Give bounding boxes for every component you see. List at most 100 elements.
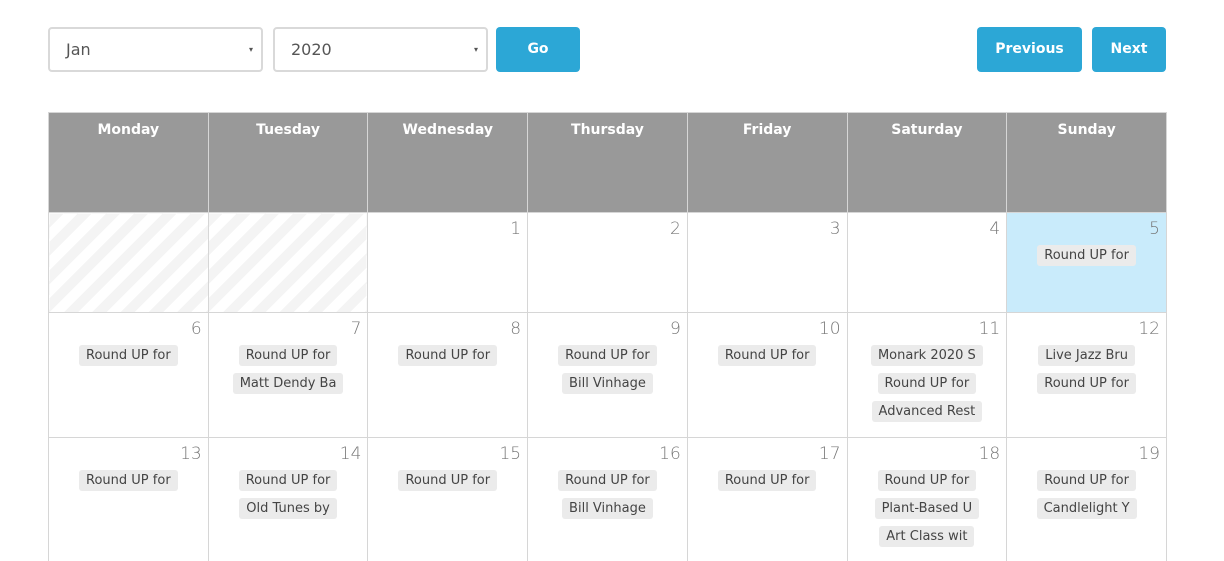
day-number: 2 <box>669 219 681 239</box>
weekday-header-row: Monday Tuesday Wednesday Thursday Friday Satu… <box>48 112 1167 213</box>
day-number: 10 <box>818 319 841 339</box>
event-chip[interactable]: Matt Dendy Ba <box>232 373 344 394</box>
calendar-grid: Monday Tuesday Wednesday Thursday Friday Satu… <box>48 112 1167 561</box>
event-chip[interactable]: Round UP for <box>398 470 498 491</box>
day-number: 6 <box>190 319 202 339</box>
event-list: Round UP for <box>374 470 521 498</box>
day-number: 16 <box>659 444 681 464</box>
day-number: 17 <box>818 444 841 464</box>
event-chip[interactable]: Round UP for <box>79 345 178 366</box>
day-number: 9 <box>669 319 681 339</box>
weekday-header-friday: Friday <box>686 112 848 213</box>
event-chip[interactable]: Round UP for <box>1037 373 1136 394</box>
day-number: 11 <box>978 319 1001 339</box>
week-row: 13 Round UP for 14 Round UP for Old Tunes by… <box>48 437 1167 561</box>
day-cell[interactable]: 14 Round UP for Old Tunes by <box>207 437 369 561</box>
day-cell[interactable]: 15 Round UP for <box>367 437 529 561</box>
empty-day-cell <box>48 212 209 313</box>
year-select[interactable]: 2020 ▾ <box>273 27 488 72</box>
event-chip[interactable]: Round UP for <box>717 470 817 491</box>
day-number: 8 <box>510 319 522 339</box>
event-chip[interactable]: Round UP for <box>558 470 657 491</box>
event-list: Round UP for <box>374 345 521 373</box>
event-list: Round UP for <box>694 470 841 498</box>
event-chip[interactable]: Round UP for <box>79 470 178 491</box>
event-chip[interactable]: Round UP for <box>877 373 977 394</box>
event-chip[interactable]: Candlelight Y <box>1036 498 1137 519</box>
event-chip[interactable]: Round UP for <box>717 345 817 366</box>
event-list: Round UP for Bill Vinhage <box>534 345 681 401</box>
event-chip[interactable]: Round UP for <box>1037 245 1136 266</box>
go-button[interactable]: Go <box>496 27 580 72</box>
day-number: 18 <box>978 444 1001 464</box>
week-row: 1 2 3 4 5 Round UP for <box>48 212 1167 313</box>
event-list: Round UP for Plant-Based U Art Class wit <box>854 470 1001 554</box>
empty-day-cell <box>207 212 369 313</box>
event-chip[interactable]: Round UP for <box>1037 470 1136 491</box>
event-chip[interactable]: Plant-Based U <box>874 498 980 519</box>
month-select[interactable]: Jan ▾ <box>48 27 263 72</box>
event-chip[interactable]: Art Class wit <box>879 526 975 547</box>
event-chip[interactable]: Monark 2020 S <box>870 345 983 366</box>
event-chip[interactable]: Round UP for <box>877 470 977 491</box>
event-chip[interactable]: Bill Vinhage <box>562 373 653 394</box>
event-chip[interactable]: Bill Vinhage <box>562 498 653 519</box>
chevron-down-icon: ▾ <box>473 45 478 54</box>
day-cell[interactable]: 19 Round UP for Candlelight Y <box>1006 437 1167 561</box>
event-list: Round UP for Matt Dendy Ba <box>215 345 362 401</box>
chevron-down-icon: ▾ <box>248 45 253 54</box>
day-number: 15 <box>499 444 522 464</box>
day-cell[interactable]: 13 Round UP for <box>48 437 209 561</box>
weekday-header-tuesday: Tuesday <box>207 112 369 213</box>
event-chip[interactable]: Advanced Rest <box>871 401 983 422</box>
day-cell[interactable]: 17 Round UP for <box>686 437 848 561</box>
event-chip[interactable]: Round UP for <box>238 470 338 491</box>
day-number: 12 <box>1138 319 1160 339</box>
event-list: Round UP for Candlelight Y <box>1013 470 1160 526</box>
event-chip[interactable]: Round UP for <box>398 345 498 366</box>
week-row: 6 Round UP for 7 Round UP for Matt Dendy Ba 8… <box>48 312 1167 438</box>
event-list: Round UP for <box>55 345 202 373</box>
next-button[interactable]: Next <box>1092 27 1166 72</box>
day-cell[interactable]: 16 Round UP for Bill Vinhage <box>527 437 688 561</box>
day-cell[interactable]: 1 <box>367 212 529 313</box>
event-list: Live Jazz Bru Round UP for <box>1013 345 1160 401</box>
event-list: Round UP for Bill Vinhage <box>534 470 681 526</box>
day-number: 1 <box>510 219 522 239</box>
month-select-value: Jan <box>66 40 91 59</box>
day-number: 5 <box>1149 219 1160 239</box>
weekday-header-wednesday: Wednesday <box>367 112 529 213</box>
day-number: 14 <box>339 444 362 464</box>
weekday-header-monday: Monday <box>48 112 209 213</box>
day-number: 3 <box>829 219 841 239</box>
weekday-header-sunday: Sunday <box>1006 112 1167 213</box>
weekday-header-thursday: Thursday <box>527 112 688 213</box>
day-cell[interactable]: 9 Round UP for Bill Vinhage <box>527 312 688 438</box>
event-chip[interactable]: Round UP for <box>558 345 657 366</box>
day-cell[interactable]: 11 Monark 2020 S Round UP for Advanced Rest <box>846 312 1008 438</box>
event-list: Monark 2020 S Round UP for Advanced Rest <box>854 345 1001 429</box>
day-cell[interactable]: 4 <box>846 212 1008 313</box>
calendar-toolbar: Jan ▾ 2020 ▾ Go Previous Next <box>48 27 1166 72</box>
previous-button[interactable]: Previous <box>977 27 1082 72</box>
event-chip[interactable]: Live Jazz Bru <box>1038 345 1135 366</box>
event-list: Round UP for <box>694 345 841 373</box>
day-cell[interactable]: 6 Round UP for <box>48 312 209 438</box>
day-cell[interactable]: 8 Round UP for <box>367 312 529 438</box>
event-chip[interactable]: Round UP for <box>238 345 338 366</box>
day-number: 13 <box>180 444 202 464</box>
day-number: 4 <box>989 219 1001 239</box>
day-cell[interactable]: 10 Round UP for <box>686 312 848 438</box>
day-cell[interactable]: 12 Live Jazz Bru Round UP for <box>1006 312 1167 438</box>
day-cell[interactable]: 7 Round UP for Matt Dendy Ba <box>207 312 369 438</box>
day-cell[interactable]: 18 Round UP for Plant-Based U Art Class wit <box>846 437 1008 561</box>
year-select-value: 2020 <box>291 40 332 59</box>
event-list: Round UP for <box>55 470 202 498</box>
day-cell[interactable]: 3 <box>686 212 848 313</box>
event-chip[interactable]: Old Tunes by <box>239 498 337 519</box>
day-cell[interactable]: 2 <box>527 212 688 313</box>
weekday-header-saturday: Saturday <box>846 112 1008 213</box>
today-cell[interactable]: 5 Round UP for <box>1006 212 1167 313</box>
day-number: 7 <box>350 319 362 339</box>
event-list: Round UP for <box>1013 245 1160 273</box>
